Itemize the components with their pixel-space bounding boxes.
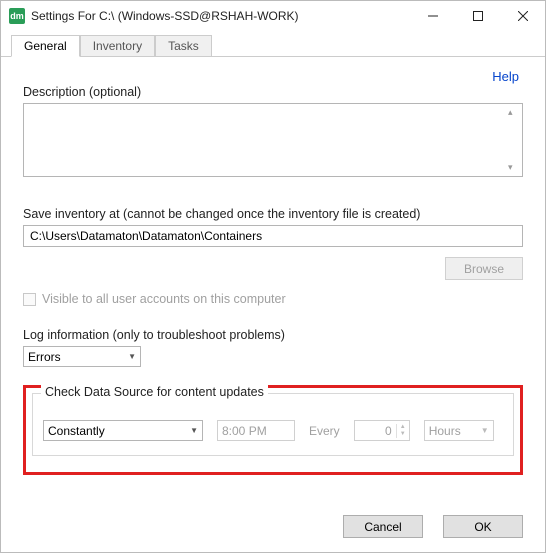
- time-value: 8:00 PM: [222, 424, 267, 438]
- visible-all-checkbox-row: Visible to all user accounts on this com…: [23, 292, 523, 306]
- unit-select: Hours ▼: [424, 420, 494, 441]
- scroll-up-icon[interactable]: ▴: [508, 107, 519, 118]
- scroll-down-icon[interactable]: ▾: [508, 162, 519, 173]
- help-link[interactable]: Help: [492, 69, 519, 84]
- maximize-button[interactable]: [455, 1, 500, 31]
- frequency-select[interactable]: Constantly ▼: [43, 420, 203, 441]
- check-updates-legend: Check Data Source for content updates: [41, 385, 268, 399]
- tab-strip: General Inventory Tasks: [1, 31, 545, 57]
- save-inventory-label: Save inventory at (cannot be changed onc…: [23, 207, 523, 221]
- description-label: Description (optional): [23, 85, 523, 99]
- visible-all-checkbox: [23, 293, 36, 306]
- chevron-down-icon: ▼: [128, 352, 136, 361]
- log-level-value: Errors: [28, 350, 61, 364]
- description-textarea[interactable]: ▴ ▾: [23, 103, 523, 177]
- tab-content: Help Description (optional) ▴ ▾ Save inv…: [1, 57, 545, 475]
- tab-general[interactable]: General: [11, 35, 80, 57]
- check-updates-group: Check Data Source for content updates Co…: [32, 393, 514, 456]
- log-level-select[interactable]: Errors ▼: [23, 346, 141, 367]
- close-button[interactable]: [500, 1, 545, 31]
- stepper-icon: ▲▼: [396, 424, 409, 438]
- window-title: Settings For C:\ (Windows-SSD@RSHAH-WORK…: [31, 9, 410, 23]
- chevron-down-icon: ▼: [481, 426, 489, 435]
- visible-all-label: Visible to all user accounts on this com…: [42, 292, 286, 306]
- frequency-value: Constantly: [48, 424, 105, 438]
- chevron-down-icon: ▼: [190, 426, 198, 435]
- inventory-path-input[interactable]: [23, 225, 523, 247]
- cancel-button[interactable]: Cancel: [343, 515, 423, 538]
- app-icon: dm: [9, 8, 25, 24]
- dialog-footer: Cancel OK: [343, 515, 523, 538]
- highlight-box: Check Data Source for content updates Co…: [23, 385, 523, 475]
- log-info-label: Log information (only to troubleshoot pr…: [23, 328, 523, 342]
- interval-stepper: 0 ▲▼: [354, 420, 410, 441]
- settings-window: dm Settings For C:\ (Windows-SSD@RSHAH-W…: [0, 0, 546, 553]
- interval-value: 0: [355, 424, 396, 438]
- browse-button: Browse: [445, 257, 523, 280]
- ok-button[interactable]: OK: [443, 515, 523, 538]
- unit-value: Hours: [429, 424, 461, 438]
- every-label: Every: [309, 424, 340, 438]
- tab-inventory[interactable]: Inventory: [80, 35, 155, 57]
- time-select: 8:00 PM: [217, 420, 295, 441]
- minimize-button[interactable]: [410, 1, 455, 31]
- tab-tasks[interactable]: Tasks: [155, 35, 212, 57]
- titlebar: dm Settings For C:\ (Windows-SSD@RSHAH-W…: [1, 1, 545, 31]
